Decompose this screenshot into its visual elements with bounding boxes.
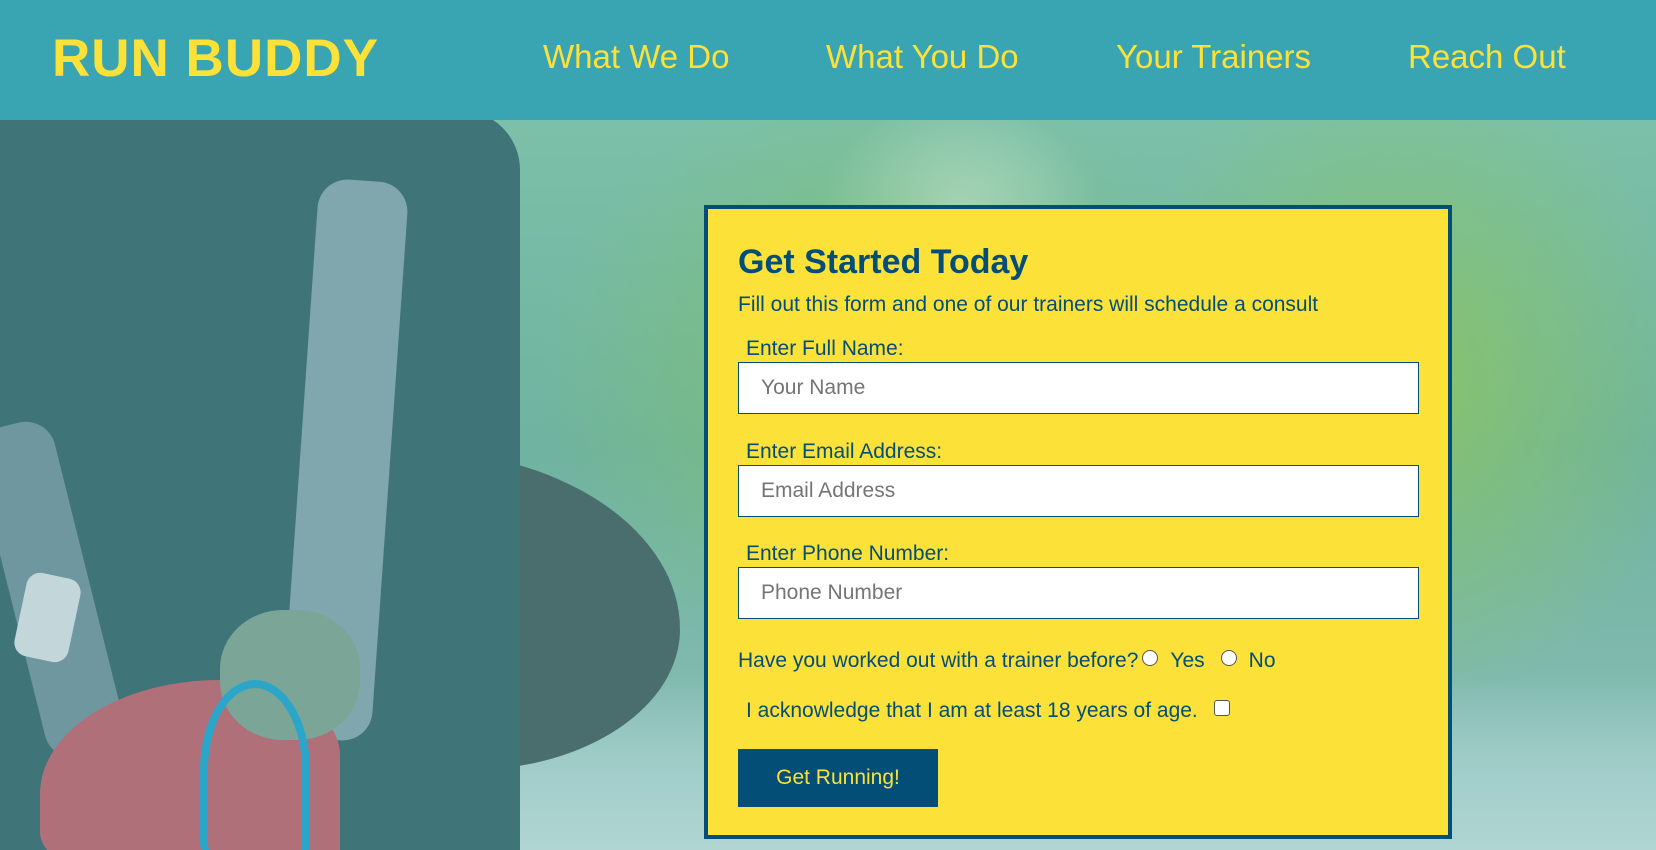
age-acknowledgement: I acknowledge that I am at least 18 year… — [746, 699, 1230, 723]
age-ack-label: I acknowledge that I am at least 18 year… — [746, 699, 1198, 722]
main-nav: What We Do What You Do Your Trainers Rea… — [0, 38, 1656, 78]
trainer-question-label: Have you worked out with a trainer befor… — [738, 649, 1139, 672]
nav-link-your-trainers[interactable]: Your Trainers — [1116, 38, 1311, 76]
phone-input[interactable] — [738, 567, 1419, 619]
get-running-button[interactable]: Get Running! — [738, 749, 938, 807]
nav-link-what-you-do[interactable]: What You Do — [826, 38, 1019, 76]
trainer-yes-radio[interactable] — [1142, 650, 1159, 666]
name-label: Enter Full Name: — [746, 337, 904, 360]
trainer-yes-label: Yes — [1170, 649, 1205, 672]
form-subtitle: Fill out this form and one of our traine… — [738, 293, 1319, 316]
nav-link-reach-out[interactable]: Reach Out — [1408, 38, 1566, 76]
email-label: Enter Email Address: — [746, 440, 943, 463]
trainer-question: Have you worked out with a trainer befor… — [738, 649, 1288, 673]
age-ack-checkbox[interactable] — [1213, 700, 1230, 716]
name-input[interactable] — [738, 362, 1419, 414]
shoe-lace — [200, 680, 310, 850]
site-header: RUN BUDDY What We Do What You Do Your Tr… — [0, 0, 1656, 120]
phone-label: Enter Phone Number: — [746, 542, 950, 565]
nav-link-what-we-do[interactable]: What We Do — [543, 38, 729, 76]
form-title: Get Started Today — [738, 243, 1029, 281]
trainer-no-label: No — [1248, 649, 1276, 672]
signup-form: Get Started Today Fill out this form and… — [704, 205, 1452, 839]
email-input[interactable] — [738, 465, 1419, 517]
trainer-no-radio[interactable] — [1220, 650, 1237, 666]
